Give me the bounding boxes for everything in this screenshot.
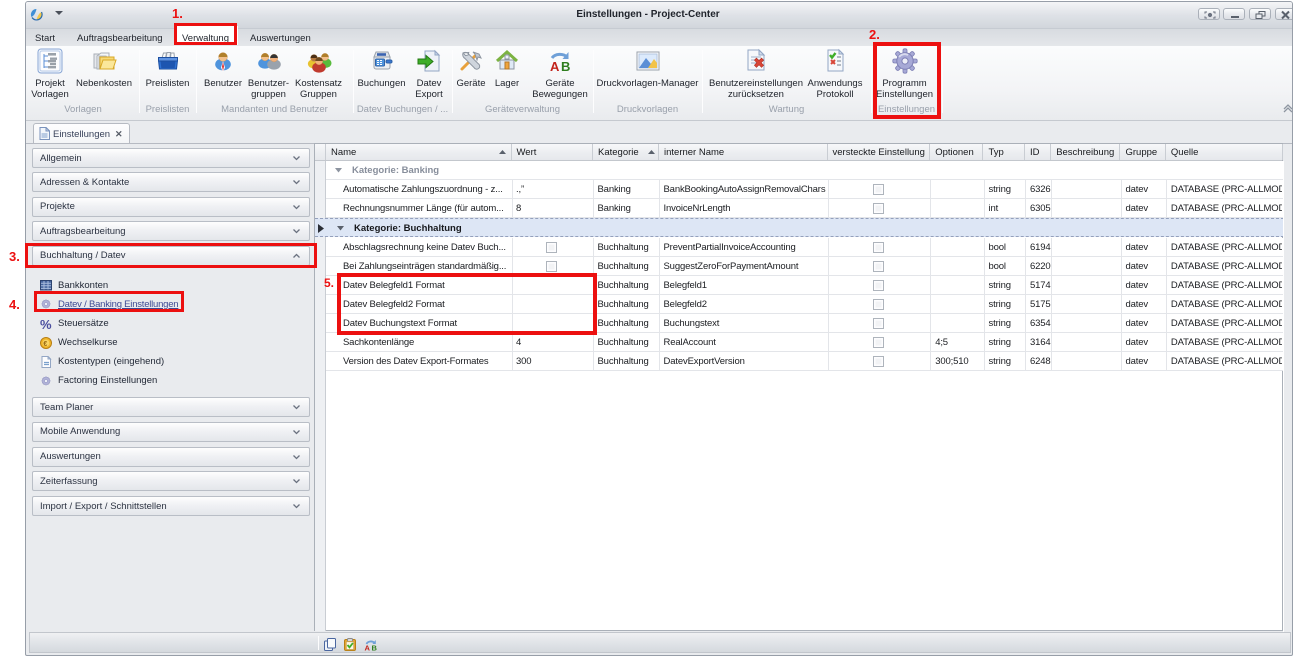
svg-text:€: € <box>43 340 47 347</box>
svg-text:B: B <box>372 644 378 652</box>
svg-text:%: % <box>40 318 52 330</box>
svg-text:A: A <box>365 644 371 652</box>
svg-text:A: A <box>550 59 560 74</box>
svg-text:B: B <box>561 59 570 74</box>
